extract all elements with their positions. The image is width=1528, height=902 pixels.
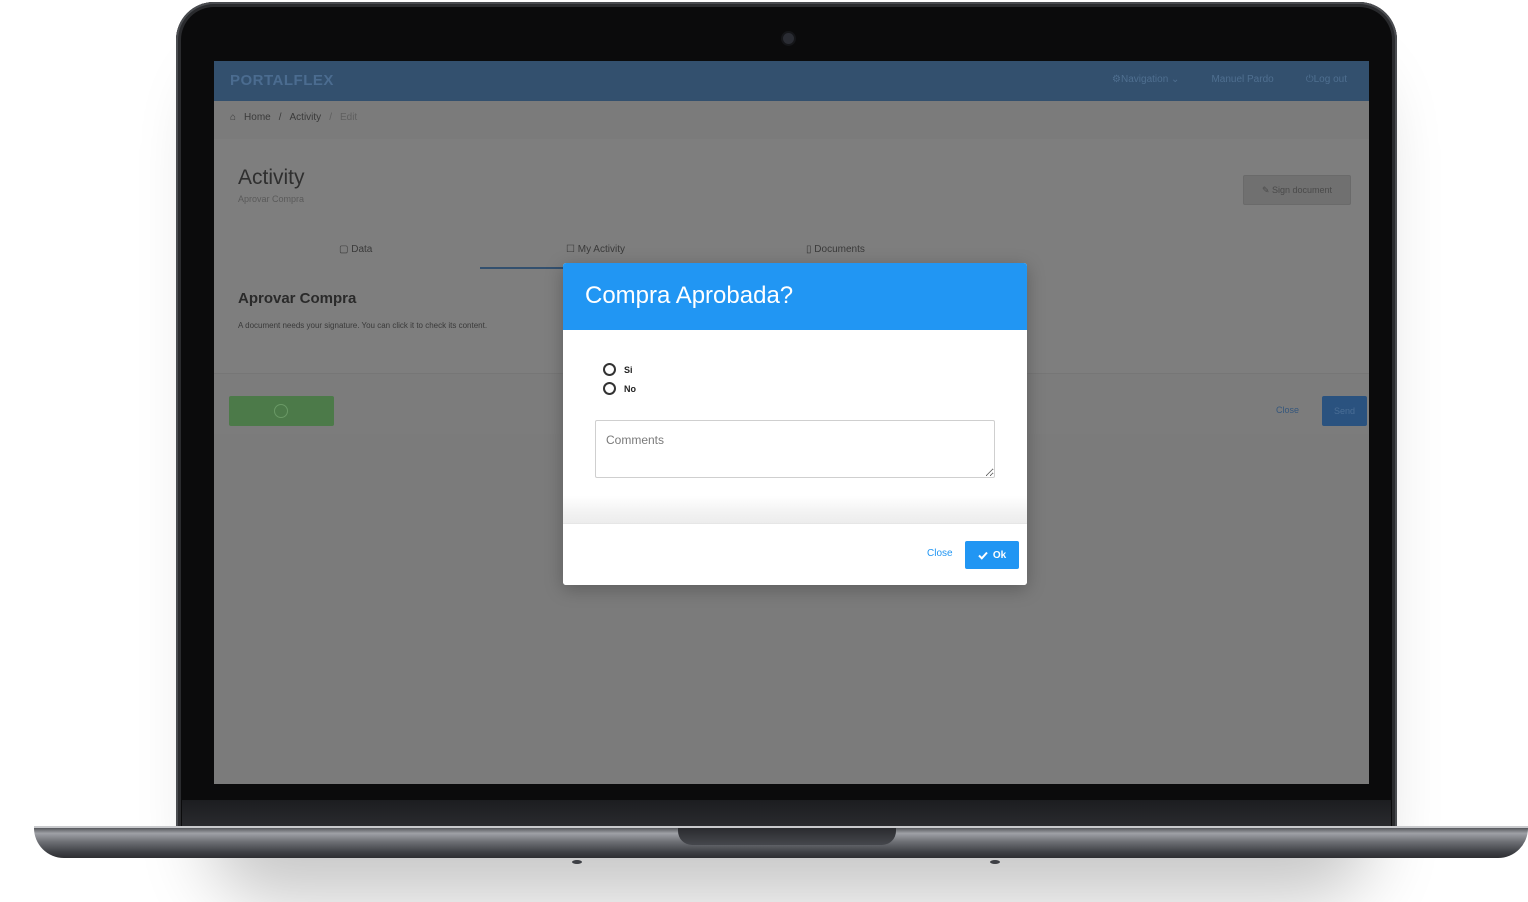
radio-label: Si xyxy=(624,364,633,375)
chevron-down-icon: ⌄ xyxy=(1171,74,1180,85)
sign-icon: ✎ xyxy=(1261,185,1272,195)
brand-logo[interactable]: PORTALFLEX xyxy=(230,72,334,89)
laptop-hinge-notch xyxy=(678,828,896,845)
breadcrumb-home[interactable]: Home xyxy=(244,112,271,123)
radio-button[interactable] xyxy=(603,382,616,395)
laptop-foot xyxy=(990,860,1000,864)
radio-button[interactable] xyxy=(603,363,616,376)
circle-icon xyxy=(274,404,288,418)
checkmark-icon xyxy=(978,551,988,560)
navigation-label: Navigation xyxy=(1121,74,1169,85)
tab-label: Data xyxy=(351,244,373,255)
sign-action-button[interactable] xyxy=(229,396,334,426)
modal-footer: Close Ok xyxy=(563,523,1027,585)
laptop-screen: PORTALFLEX ⚙ Navigation ⌄ Manuel Pardo ⏻… xyxy=(214,61,1369,784)
camera-icon xyxy=(783,33,794,44)
breadcrumb-activity[interactable]: Activity xyxy=(290,112,322,123)
breadcrumb-separator: / xyxy=(329,112,332,123)
comments-field[interactable] xyxy=(595,420,995,478)
page-subtitle: Aprovar Compra xyxy=(238,194,305,204)
breadcrumb: ⌂ Home / Activity / Edit xyxy=(230,112,357,123)
logout-label: Log out xyxy=(1313,74,1347,85)
sign-label: Sign document xyxy=(1272,185,1333,195)
tab-data[interactable]: ▢ Data xyxy=(339,244,372,255)
user-name[interactable]: Manuel Pardo xyxy=(1211,74,1273,85)
laptop-foot xyxy=(572,860,582,864)
radio-label: No xyxy=(624,383,636,394)
tab-label: My Activity xyxy=(577,244,625,255)
close-link[interactable]: Close xyxy=(1276,405,1299,415)
tab-documents[interactable]: ▯ Documents xyxy=(806,244,865,255)
section-text: A document needs your signature. You can… xyxy=(238,321,488,330)
tab-label: Documents xyxy=(814,244,865,255)
top-navbar: PORTALFLEX ⚙ Navigation ⌄ Manuel Pardo ⏻… xyxy=(214,61,1369,101)
breadcrumb-separator: / xyxy=(278,112,282,123)
navbar-right: ⚙ Navigation ⌄ Manuel Pardo ⏻ Log out xyxy=(1112,74,1347,85)
breadcrumb-edit: Edit xyxy=(339,112,358,123)
navigation-menu[interactable]: ⚙ Navigation ⌄ xyxy=(1112,74,1179,85)
modal-title: Compra Aprobada? xyxy=(585,282,794,309)
ok-button[interactable]: Ok xyxy=(965,541,1019,569)
edit-icon: ▢ xyxy=(339,244,352,255)
modal-header: Compra Aprobada? xyxy=(563,263,1027,330)
approval-modal: Compra Aprobada? Si No Close Ok xyxy=(563,263,1027,585)
modal-close-button[interactable]: Close xyxy=(927,548,953,559)
radio-option-si[interactable]: Si xyxy=(603,363,633,376)
ok-label: Ok xyxy=(992,549,1007,561)
home-icon: ⌂ xyxy=(230,112,237,123)
sitemap-icon: ⚙ xyxy=(1112,74,1121,85)
tab-my-activity[interactable]: ☐ My Activity xyxy=(566,244,625,255)
radio-option-no[interactable]: No xyxy=(603,382,636,395)
sign-document-button[interactable]: ✎ Sign document xyxy=(1243,175,1351,205)
check-icon: ☐ xyxy=(566,244,578,255)
modal-divider xyxy=(563,496,1027,524)
send-button[interactable]: Send xyxy=(1322,396,1367,426)
page-title: Activity xyxy=(238,166,305,189)
logout-link[interactable]: ⏻ Log out xyxy=(1306,74,1347,85)
logout-icon: ⏻ xyxy=(1305,74,1314,85)
section-title: Aprovar Compra xyxy=(238,290,357,307)
